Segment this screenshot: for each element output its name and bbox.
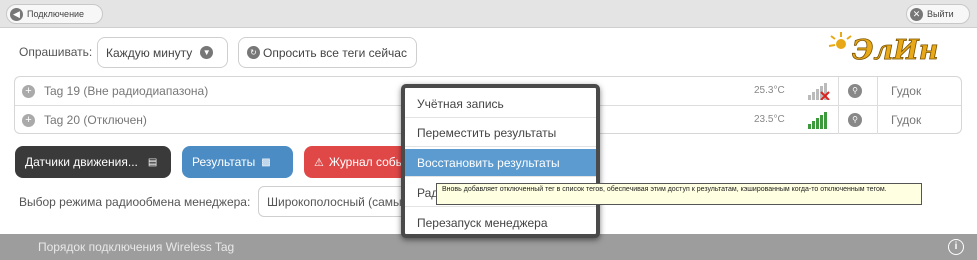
- logout-button-label: Выйти: [927, 9, 954, 19]
- logo-text: ЭлИн: [852, 35, 938, 66]
- list-icon: ▤: [147, 156, 158, 168]
- column-divider: [838, 77, 839, 105]
- expand-icon[interactable]: +: [22, 114, 35, 127]
- menu-item-restart-manager[interactable]: Перезапуск менеджера: [405, 209, 596, 234]
- column-divider: [877, 77, 878, 105]
- arrow-left-icon: ◀: [10, 7, 23, 21]
- signal-icon: [808, 83, 830, 100]
- radio-mode-value: Широкополосный (самый: [267, 194, 408, 209]
- connection-button-label: Подключение: [27, 9, 85, 19]
- info-icon[interactable]: i: [948, 239, 964, 255]
- tag-name: Tag 19 (Вне радиодиапазона): [44, 84, 209, 98]
- logout-button[interactable]: ✕ Выйти: [906, 4, 970, 24]
- results-label: Результаты: [192, 155, 256, 169]
- search-icon[interactable]: ⚲: [848, 84, 862, 98]
- beep-button[interactable]: Гудок: [891, 113, 921, 127]
- tag-name: Tag 20 (Отключен): [44, 113, 147, 127]
- refresh-icon: ↻: [247, 46, 260, 59]
- menu-item-account[interactable]: Учётная запись: [405, 90, 596, 118]
- warning-icon: ⚠: [314, 156, 324, 169]
- menu-item-move-results[interactable]: Переместить результаты: [405, 119, 596, 147]
- top-bar: ◀ Подключение ✕ Выйти: [0, 0, 977, 28]
- tag-temperature: 25.3°C: [754, 85, 785, 96]
- results-button[interactable]: Результаты ▩: [182, 146, 293, 178]
- beep-button[interactable]: Гудок: [891, 84, 921, 98]
- radio-mode-select[interactable]: Широкополосный (самый: [258, 186, 408, 217]
- company-logo: ЭлИн: [828, 30, 968, 66]
- expand-icon[interactable]: +: [22, 85, 35, 98]
- context-menu: Учётная запись Переместить результаты Во…: [401, 84, 600, 238]
- close-icon: ✕: [910, 7, 923, 21]
- poll-interval-select[interactable]: Каждую минуту ▼: [97, 37, 228, 68]
- poll-all-label: Опросить все теги сейчас: [263, 45, 407, 60]
- tooltip: Вновь добавляет отключенный тег в список…: [436, 183, 922, 205]
- motion-sensors-button[interactable]: Датчики движения... ▤: [15, 146, 171, 178]
- poll-label: Опрашивать:: [19, 45, 93, 59]
- radio-mode-label: Выбор режима радиообмена менеджера:: [19, 195, 251, 209]
- event-log-button[interactable]: ⚠ Журнал событий: [304, 146, 414, 178]
- search-icon[interactable]: ⚲: [848, 113, 862, 127]
- column-divider: [838, 106, 839, 134]
- tag-temperature: 23.5°C: [754, 114, 785, 125]
- column-divider: [877, 106, 878, 134]
- poll-interval-value: Каждую минуту: [106, 45, 193, 60]
- poll-all-button[interactable]: ↻ Опросить все теги сейчас: [238, 37, 417, 68]
- connection-button[interactable]: ◀ Подключение: [6, 4, 103, 24]
- bar-chart-icon: ▩: [261, 156, 271, 168]
- chevron-down-icon: ▼: [200, 46, 214, 59]
- motion-sensors-label: Датчики движения...: [25, 155, 138, 169]
- signal-icon: [808, 112, 827, 129]
- footer-link[interactable]: Порядок подключения Wireless Tag: [38, 240, 234, 254]
- menu-item-restore-results[interactable]: Восстановить результаты: [405, 149, 596, 177]
